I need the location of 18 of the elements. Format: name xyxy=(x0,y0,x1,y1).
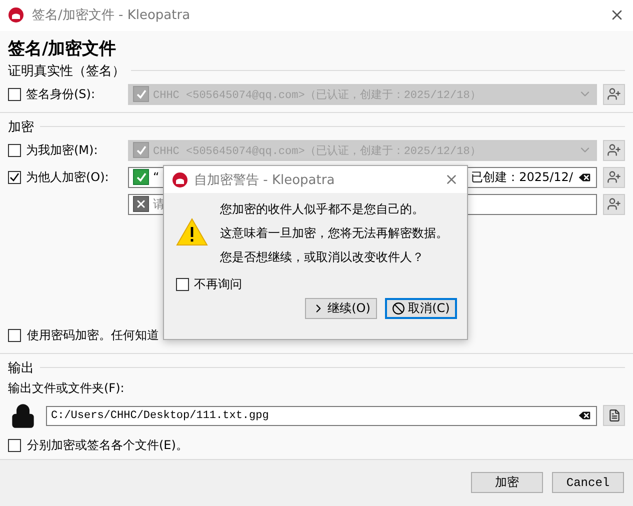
section-title: 输出 xyxy=(8,360,34,377)
section-title: 加密 xyxy=(8,118,34,136)
section-title: 证明真实性（签名） xyxy=(8,62,125,80)
checkbox-label: 为我加密(M): xyxy=(26,142,98,159)
checkbox-label: 分别加密或签名各个文件(E)。 xyxy=(27,436,188,454)
warning-message: 这意味着一旦加密，您将无法再解密数据。 xyxy=(220,226,448,240)
checkbox-label: 不再询问 xyxy=(194,276,242,293)
field-label: 输出文件或文件夹(F): xyxy=(8,380,124,398)
recipient-text: “ xyxy=(153,170,160,184)
checkbox-label: 为他人加密(O): xyxy=(26,168,109,186)
window-title: 签名/加密文件 - Kleopatra xyxy=(32,7,192,24)
checkbox-label: 使用密码加密。任何知道 xyxy=(27,326,159,344)
recipient-text: 已创建：2025/12/ xyxy=(471,168,573,186)
warning-message: 您加密的收件人似乎都不是您自己的。 xyxy=(220,202,425,216)
checkbox-label: 签名身份(S): xyxy=(26,86,96,103)
page-heading: 签名/加密文件 xyxy=(8,38,118,61)
warning-message: 您是否想继续，或取消以改变收件人？ xyxy=(220,250,425,264)
dialog-title: 自加密警告 - Kleopatra xyxy=(194,172,336,188)
